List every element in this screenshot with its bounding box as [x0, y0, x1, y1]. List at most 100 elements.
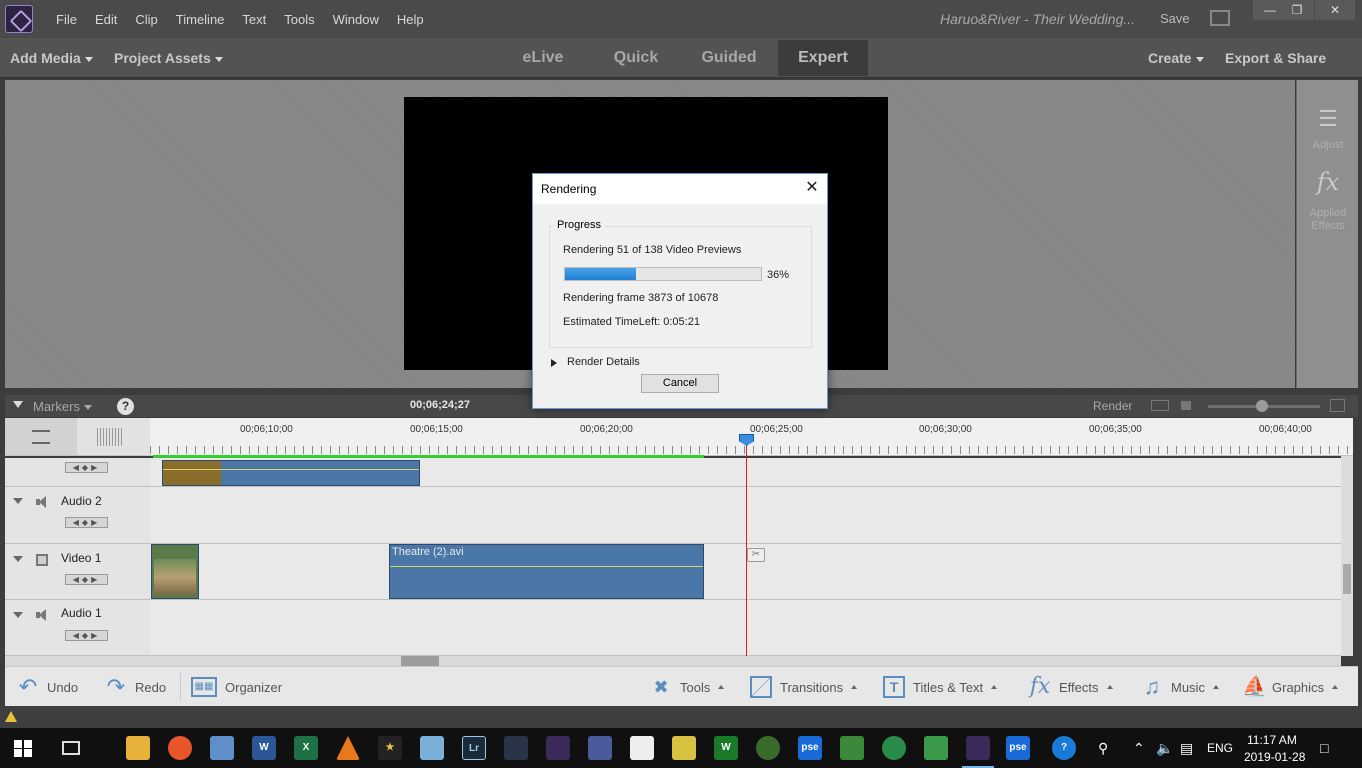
create-button[interactable]: Create [1148, 50, 1204, 66]
clock-time[interactable]: 11:17 AM [1247, 733, 1297, 747]
pse-icon[interactable]: pse [798, 736, 822, 760]
scissors-icon[interactable]: ✂ [747, 548, 765, 562]
chevron-up-icon[interactable]: ⌃ [1133, 740, 1145, 757]
collapse-arrow-icon[interactable] [13, 401, 23, 408]
app-icon[interactable] [420, 736, 444, 760]
project-assets-button[interactable]: Project Assets [114, 50, 223, 66]
music-button[interactable]: ♫ Music [1141, 667, 1219, 707]
tab-elive[interactable]: eLive [508, 40, 578, 76]
word-icon[interactable]: W [252, 736, 276, 760]
collapse-track-icon[interactable] [13, 612, 23, 618]
horizontal-scroll-thumb[interactable] [401, 656, 439, 666]
file-explorer-icon[interactable] [126, 736, 150, 760]
collapse-track-icon[interactable] [13, 556, 23, 562]
redo-button[interactable]: ↷ Redo [105, 667, 166, 707]
transitions-button[interactable]: Transitions [750, 667, 858, 707]
zoom-slider[interactable] [1208, 400, 1320, 412]
pse-icon[interactable]: pse [1006, 736, 1030, 760]
speaker-icon[interactable] [36, 496, 49, 508]
tab-quick[interactable]: Quick [600, 40, 672, 76]
keyframe-nav[interactable]: ◀◆▶ [65, 517, 108, 528]
effects-button[interactable]: fx Effects [1029, 667, 1113, 707]
app-icon[interactable] [504, 736, 528, 760]
warning-icon[interactable] [5, 711, 17, 722]
close-window-button[interactable]: ✕ [1315, 0, 1355, 20]
excel-icon[interactable]: X [294, 736, 318, 760]
export-share-button[interactable]: Export & Share [1225, 50, 1326, 66]
adjust-icon[interactable]: ☰ [1297, 106, 1359, 132]
keyframe-nav[interactable]: ◀◆▶ [65, 462, 108, 473]
fit-icon[interactable] [1151, 400, 1169, 411]
menu-timeline[interactable]: Timeline [176, 12, 225, 27]
film-icon[interactable] [36, 554, 48, 566]
menu-clip[interactable]: Clip [135, 12, 157, 27]
keyframe-nav[interactable]: ◀◆▶ [65, 574, 108, 585]
vertical-scroll-thumb[interactable] [1343, 564, 1351, 594]
keyframe-nav[interactable]: ◀◆▶ [65, 630, 108, 641]
app-icon[interactable] [756, 736, 780, 760]
firefox-icon[interactable] [168, 736, 192, 760]
help-icon[interactable]: ? [117, 398, 134, 415]
task-view-icon[interactable] [62, 741, 80, 755]
menu-edit[interactable]: Edit [95, 12, 117, 27]
people-icon[interactable]: ⚲ [1098, 740, 1108, 757]
premiere-elements-active-icon[interactable] [962, 736, 994, 768]
clip-partial[interactable] [162, 460, 420, 486]
playhead-line[interactable] [746, 434, 747, 656]
network-icon[interactable]: ▤ [1180, 740, 1193, 757]
app-icon[interactable] [672, 736, 696, 760]
app-icon[interactable] [882, 736, 906, 760]
clock-date[interactable]: 2019-01-28 [1244, 750, 1305, 764]
markers-menu[interactable]: Markers [33, 399, 92, 414]
audio-waveform-icon[interactable] [97, 428, 123, 446]
undo-button[interactable]: ↶ Undo [17, 667, 78, 707]
applied-effects-label[interactable]: Applied Effects [1297, 207, 1359, 233]
zoom-in-icon[interactable] [1330, 399, 1345, 412]
notifications-icon[interactable]: □ [1320, 740, 1328, 756]
premiere-elements-icon[interactable] [546, 736, 570, 760]
clip-thumbnail[interactable] [151, 544, 199, 599]
collapse-track-icon[interactable] [13, 498, 23, 504]
titles-text-button[interactable]: T Titles & Text [883, 667, 998, 707]
tools-button[interactable]: ✖ Tools [650, 667, 725, 707]
vlc-icon[interactable] [336, 736, 360, 760]
zoom-out-icon[interactable] [1181, 401, 1191, 410]
horizontal-scrollbar[interactable] [5, 656, 1341, 666]
lightroom-icon[interactable]: Lr [462, 736, 486, 760]
graphics-button[interactable]: ⛵ Graphics [1242, 667, 1339, 707]
vertical-scrollbar[interactable] [1341, 456, 1353, 656]
video-view-button[interactable] [5, 418, 77, 455]
app-icon[interactable] [210, 736, 234, 760]
menu-tools[interactable]: Tools [284, 12, 314, 27]
help-app-icon[interactable]: ? [1052, 736, 1076, 760]
render-details-toggle[interactable]: Render Details [567, 356, 640, 368]
start-button[interactable] [14, 740, 32, 757]
tab-guided[interactable]: Guided [690, 40, 768, 76]
render-button[interactable]: Render [1093, 399, 1132, 413]
organizer-button[interactable]: ▦▦ Organizer [191, 667, 282, 707]
volume-icon[interactable]: 🔈 [1156, 740, 1173, 757]
save-button[interactable]: Save [1160, 11, 1190, 26]
speaker-icon[interactable] [36, 609, 49, 621]
menu-help[interactable]: Help [397, 12, 424, 27]
app-icon[interactable]: ★ [378, 736, 402, 760]
app-icon[interactable] [588, 736, 612, 760]
clip-theatre[interactable]: Theatre (2).avi [389, 544, 704, 599]
menu-text[interactable]: Text [242, 12, 266, 27]
adjust-label[interactable]: Adjust [1297, 139, 1359, 152]
zoom-slider-thumb[interactable] [1256, 400, 1268, 412]
close-icon[interactable]: ✕ [803, 179, 821, 197]
menu-file[interactable]: File [56, 12, 77, 27]
restore-button[interactable]: ❐ [1280, 0, 1314, 20]
add-media-button[interactable]: Add Media [10, 50, 93, 66]
language-indicator[interactable]: ENG [1207, 741, 1233, 755]
fx-icon[interactable]: fx [1297, 168, 1359, 196]
app-icon[interactable] [924, 736, 948, 760]
menu-window[interactable]: Window [333, 12, 379, 27]
app-icon[interactable] [840, 736, 864, 760]
mail-icon[interactable] [630, 736, 654, 760]
expand-arrow-icon[interactable] [551, 359, 557, 367]
fullscreen-icon[interactable] [1210, 10, 1230, 26]
cancel-button[interactable]: Cancel [641, 374, 719, 393]
tab-expert[interactable]: Expert [778, 40, 868, 76]
